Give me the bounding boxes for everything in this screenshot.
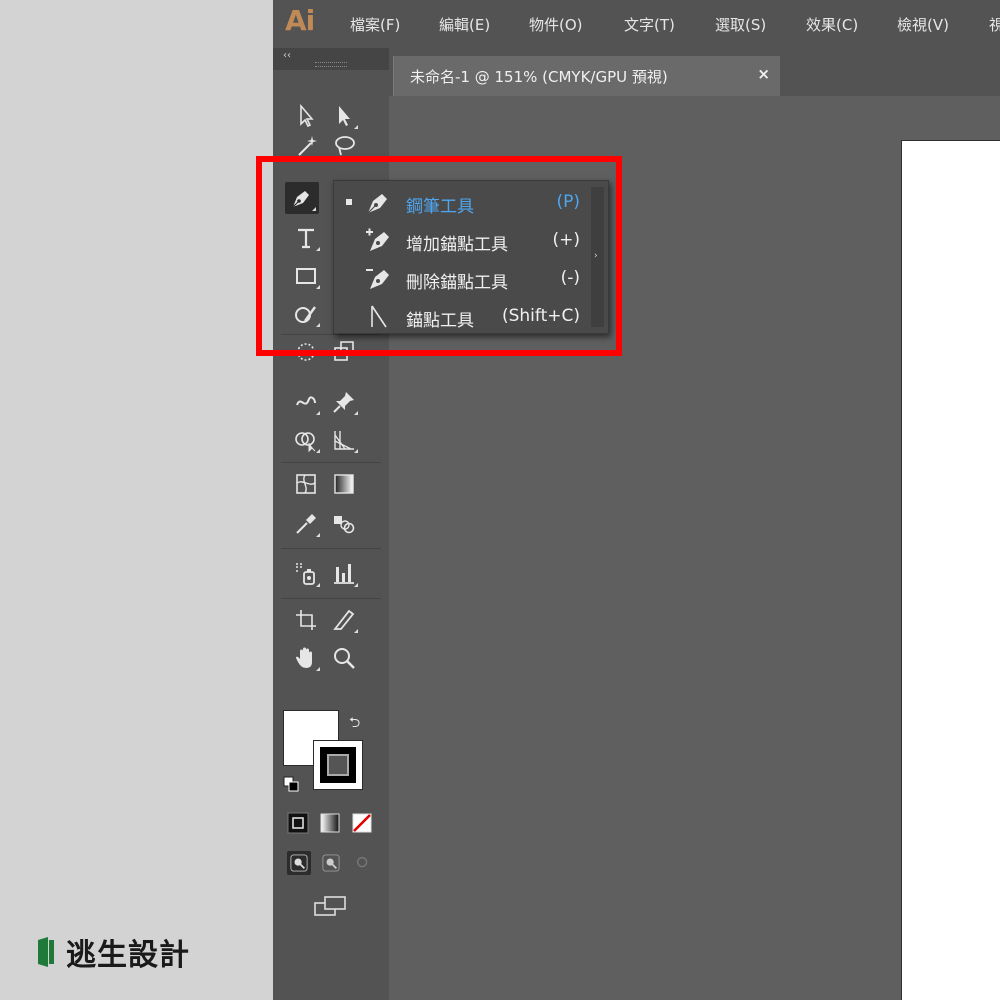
lasso-icon — [335, 136, 355, 156]
menu-type[interactable]: 文字(T) — [624, 14, 675, 35]
draw-inside-icon — [356, 856, 368, 868]
draw-normal-icon — [290, 854, 308, 872]
magic-wand-tool[interactable] — [289, 134, 323, 158]
screen-mode-icon — [314, 896, 346, 916]
brand-watermark: 逃生設計 — [36, 934, 190, 973]
menu-effect[interactable]: 效果(C) — [806, 14, 858, 35]
selection-tool[interactable] — [327, 100, 361, 132]
zoom-tool[interactable] — [327, 642, 361, 674]
mesh-tool[interactable] — [289, 468, 323, 500]
menu-file[interactable]: 檔案(F) — [350, 14, 400, 35]
perspective-grid-tool[interactable] — [327, 424, 361, 456]
draw-behind-icon — [322, 854, 340, 872]
brand-logo-icon — [38, 937, 54, 967]
draw-inside-button[interactable] — [351, 851, 375, 875]
color-mode-button[interactable] — [287, 812, 309, 834]
tools-separator — [281, 598, 381, 599]
illustrator-window: Ai 檔案(F) 編輯(E) 物件(O) 文字(T) 選取(S) 效果(C) 檢… — [273, 0, 1000, 1000]
hand-tool[interactable] — [289, 642, 323, 674]
gradient-icon — [334, 474, 354, 494]
tools-separator — [281, 462, 381, 463]
warp-tool[interactable] — [289, 386, 323, 418]
symbol-sprayer-tool[interactable] — [289, 558, 323, 590]
slice-tool[interactable] — [327, 604, 361, 636]
graph-tool[interactable] — [327, 558, 361, 590]
gradient-swatch-icon — [320, 813, 340, 833]
direct-selection-icon — [300, 103, 314, 128]
none-swatch-icon — [352, 813, 372, 833]
blend-icon — [334, 516, 355, 534]
none-mode-button[interactable] — [351, 812, 373, 834]
menu-bar: Ai 檔案(F) 編輯(E) 物件(O) 文字(T) 選取(S) 效果(C) 檢… — [273, 0, 1000, 48]
collapse-panel-button[interactable]: ‹‹ — [283, 50, 291, 61]
close-icon[interactable]: × — [757, 65, 770, 83]
gradient-mode-button[interactable] — [319, 812, 341, 834]
tools-separator — [281, 548, 381, 549]
mesh-icon — [296, 474, 316, 494]
artboard-tool[interactable] — [289, 604, 323, 636]
eyedropper-tool[interactable] — [289, 508, 323, 540]
menu-select[interactable]: 選取(S) — [715, 14, 766, 35]
shape-builder-tool[interactable] — [289, 424, 323, 456]
color-icon — [287, 812, 309, 834]
app-logo: Ai — [285, 4, 315, 37]
screen-mode-button[interactable] — [313, 895, 349, 917]
magic-wand-icon — [298, 136, 317, 156]
document-tab-bar: 未命名-1 @ 151% (CMYK/GPU 預視) × — [389, 48, 1000, 96]
menu-window[interactable]: 視 — [989, 14, 1000, 35]
menu-edit[interactable]: 編輯(E) — [439, 14, 490, 35]
artboard-canvas[interactable] — [901, 140, 1000, 1000]
menu-view[interactable]: 檢視(V) — [897, 14, 949, 35]
gradient-tool[interactable] — [327, 468, 361, 500]
magnifier-icon — [334, 648, 355, 669]
highlight-box — [256, 156, 622, 356]
blend-tool[interactable] — [327, 508, 361, 540]
draw-behind-button[interactable] — [319, 851, 343, 875]
brand-name: 逃生設計 — [66, 938, 190, 973]
draw-normal-button[interactable] — [287, 851, 311, 875]
fill-stroke-swatches: ⮌ — [283, 710, 379, 810]
swap-fill-stroke-icon[interactable]: ⮌ — [349, 712, 360, 736]
document-tab[interactable]: 未命名-1 @ 151% (CMYK/GPU 預視) × — [393, 56, 780, 96]
menu-object[interactable]: 物件(O) — [529, 14, 583, 35]
lasso-tool[interactable] — [327, 134, 361, 158]
default-fill-stroke-icon[interactable] — [283, 776, 299, 792]
artboard-icon — [296, 610, 316, 630]
tools-panel-header[interactable]: ‹‹ — [273, 48, 389, 70]
stroke-swatch[interactable] — [313, 740, 363, 790]
direct-selection-tool[interactable] — [289, 100, 323, 132]
panel-grip[interactable] — [315, 62, 347, 67]
puppet-warp-tool[interactable] — [327, 386, 361, 418]
document-tab-title: 未命名-1 @ 151% (CMYK/GPU 預視) — [410, 68, 668, 86]
stroke-color — [320, 747, 356, 783]
